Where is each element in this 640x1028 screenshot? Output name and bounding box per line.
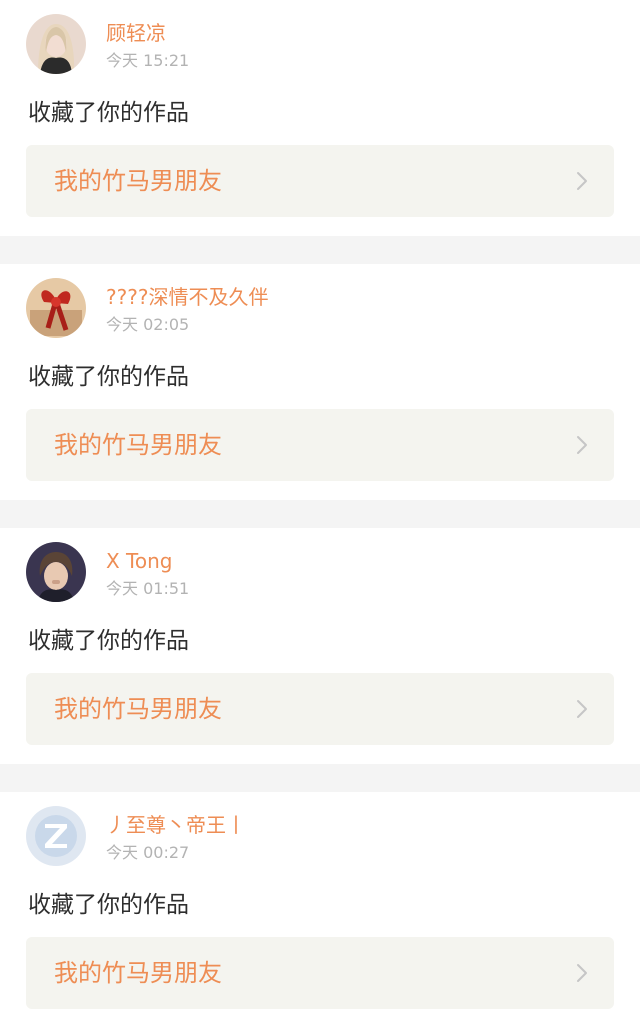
gift-bow-icon	[26, 278, 86, 338]
avatar[interactable]	[26, 542, 86, 602]
notification-card: X Tong 今天 01:51 收藏了你的作品 我的竹马男朋友	[0, 528, 640, 764]
username[interactable]: ????深情不及久伴	[106, 284, 268, 310]
timestamp: 今天 01:51	[106, 579, 190, 598]
action-text: 收藏了你的作品	[28, 628, 189, 654]
username[interactable]: X Tong	[106, 548, 172, 574]
action-text: 收藏了你的作品	[28, 364, 189, 390]
work-title: 我的竹马男朋友	[54, 431, 222, 459]
notification-card: 顾轻凉 今天 15:21 收藏了你的作品 我的竹马男朋友	[0, 0, 640, 236]
chevron-right-icon	[577, 700, 587, 718]
notification-feed: 顾轻凉 今天 15:21 收藏了你的作品 我的竹马男朋友 ????深情不及久伴 …	[0, 0, 640, 1028]
action-text: 收藏了你的作品	[28, 100, 189, 126]
avatar[interactable]	[26, 14, 86, 74]
work-title: 我的竹马男朋友	[54, 695, 222, 723]
work-title: 我的竹马男朋友	[54, 959, 222, 987]
chevron-right-icon	[577, 964, 587, 982]
notification-card: 丿至尊丶帝王丨 今天 00:27 收藏了你的作品 我的竹马男朋友	[0, 792, 640, 1028]
portrait-photo-icon	[26, 542, 86, 602]
chevron-right-icon	[577, 436, 587, 454]
work-link[interactable]: 我的竹马男朋友	[26, 409, 614, 481]
timestamp: 今天 15:21	[106, 51, 190, 70]
action-text: 收藏了你的作品	[28, 892, 189, 918]
work-link[interactable]: 我的竹马男朋友	[26, 145, 614, 217]
avatar[interactable]	[26, 278, 86, 338]
chevron-right-icon	[577, 172, 587, 190]
username[interactable]: 丿至尊丶帝王丨	[106, 812, 246, 838]
username[interactable]: 顾轻凉	[106, 20, 166, 46]
notification-card: ????深情不及久伴 今天 02:05 收藏了你的作品 我的竹马男朋友	[0, 264, 640, 500]
work-link[interactable]: 我的竹马男朋友	[26, 673, 614, 745]
timestamp: 今天 02:05	[106, 315, 190, 334]
default-avatar-icon	[26, 806, 86, 866]
avatar[interactable]	[26, 806, 86, 866]
timestamp: 今天 00:27	[106, 843, 190, 862]
portrait-photo-icon	[26, 14, 86, 74]
work-title: 我的竹马男朋友	[54, 167, 222, 195]
work-link[interactable]: 我的竹马男朋友	[26, 937, 614, 1009]
